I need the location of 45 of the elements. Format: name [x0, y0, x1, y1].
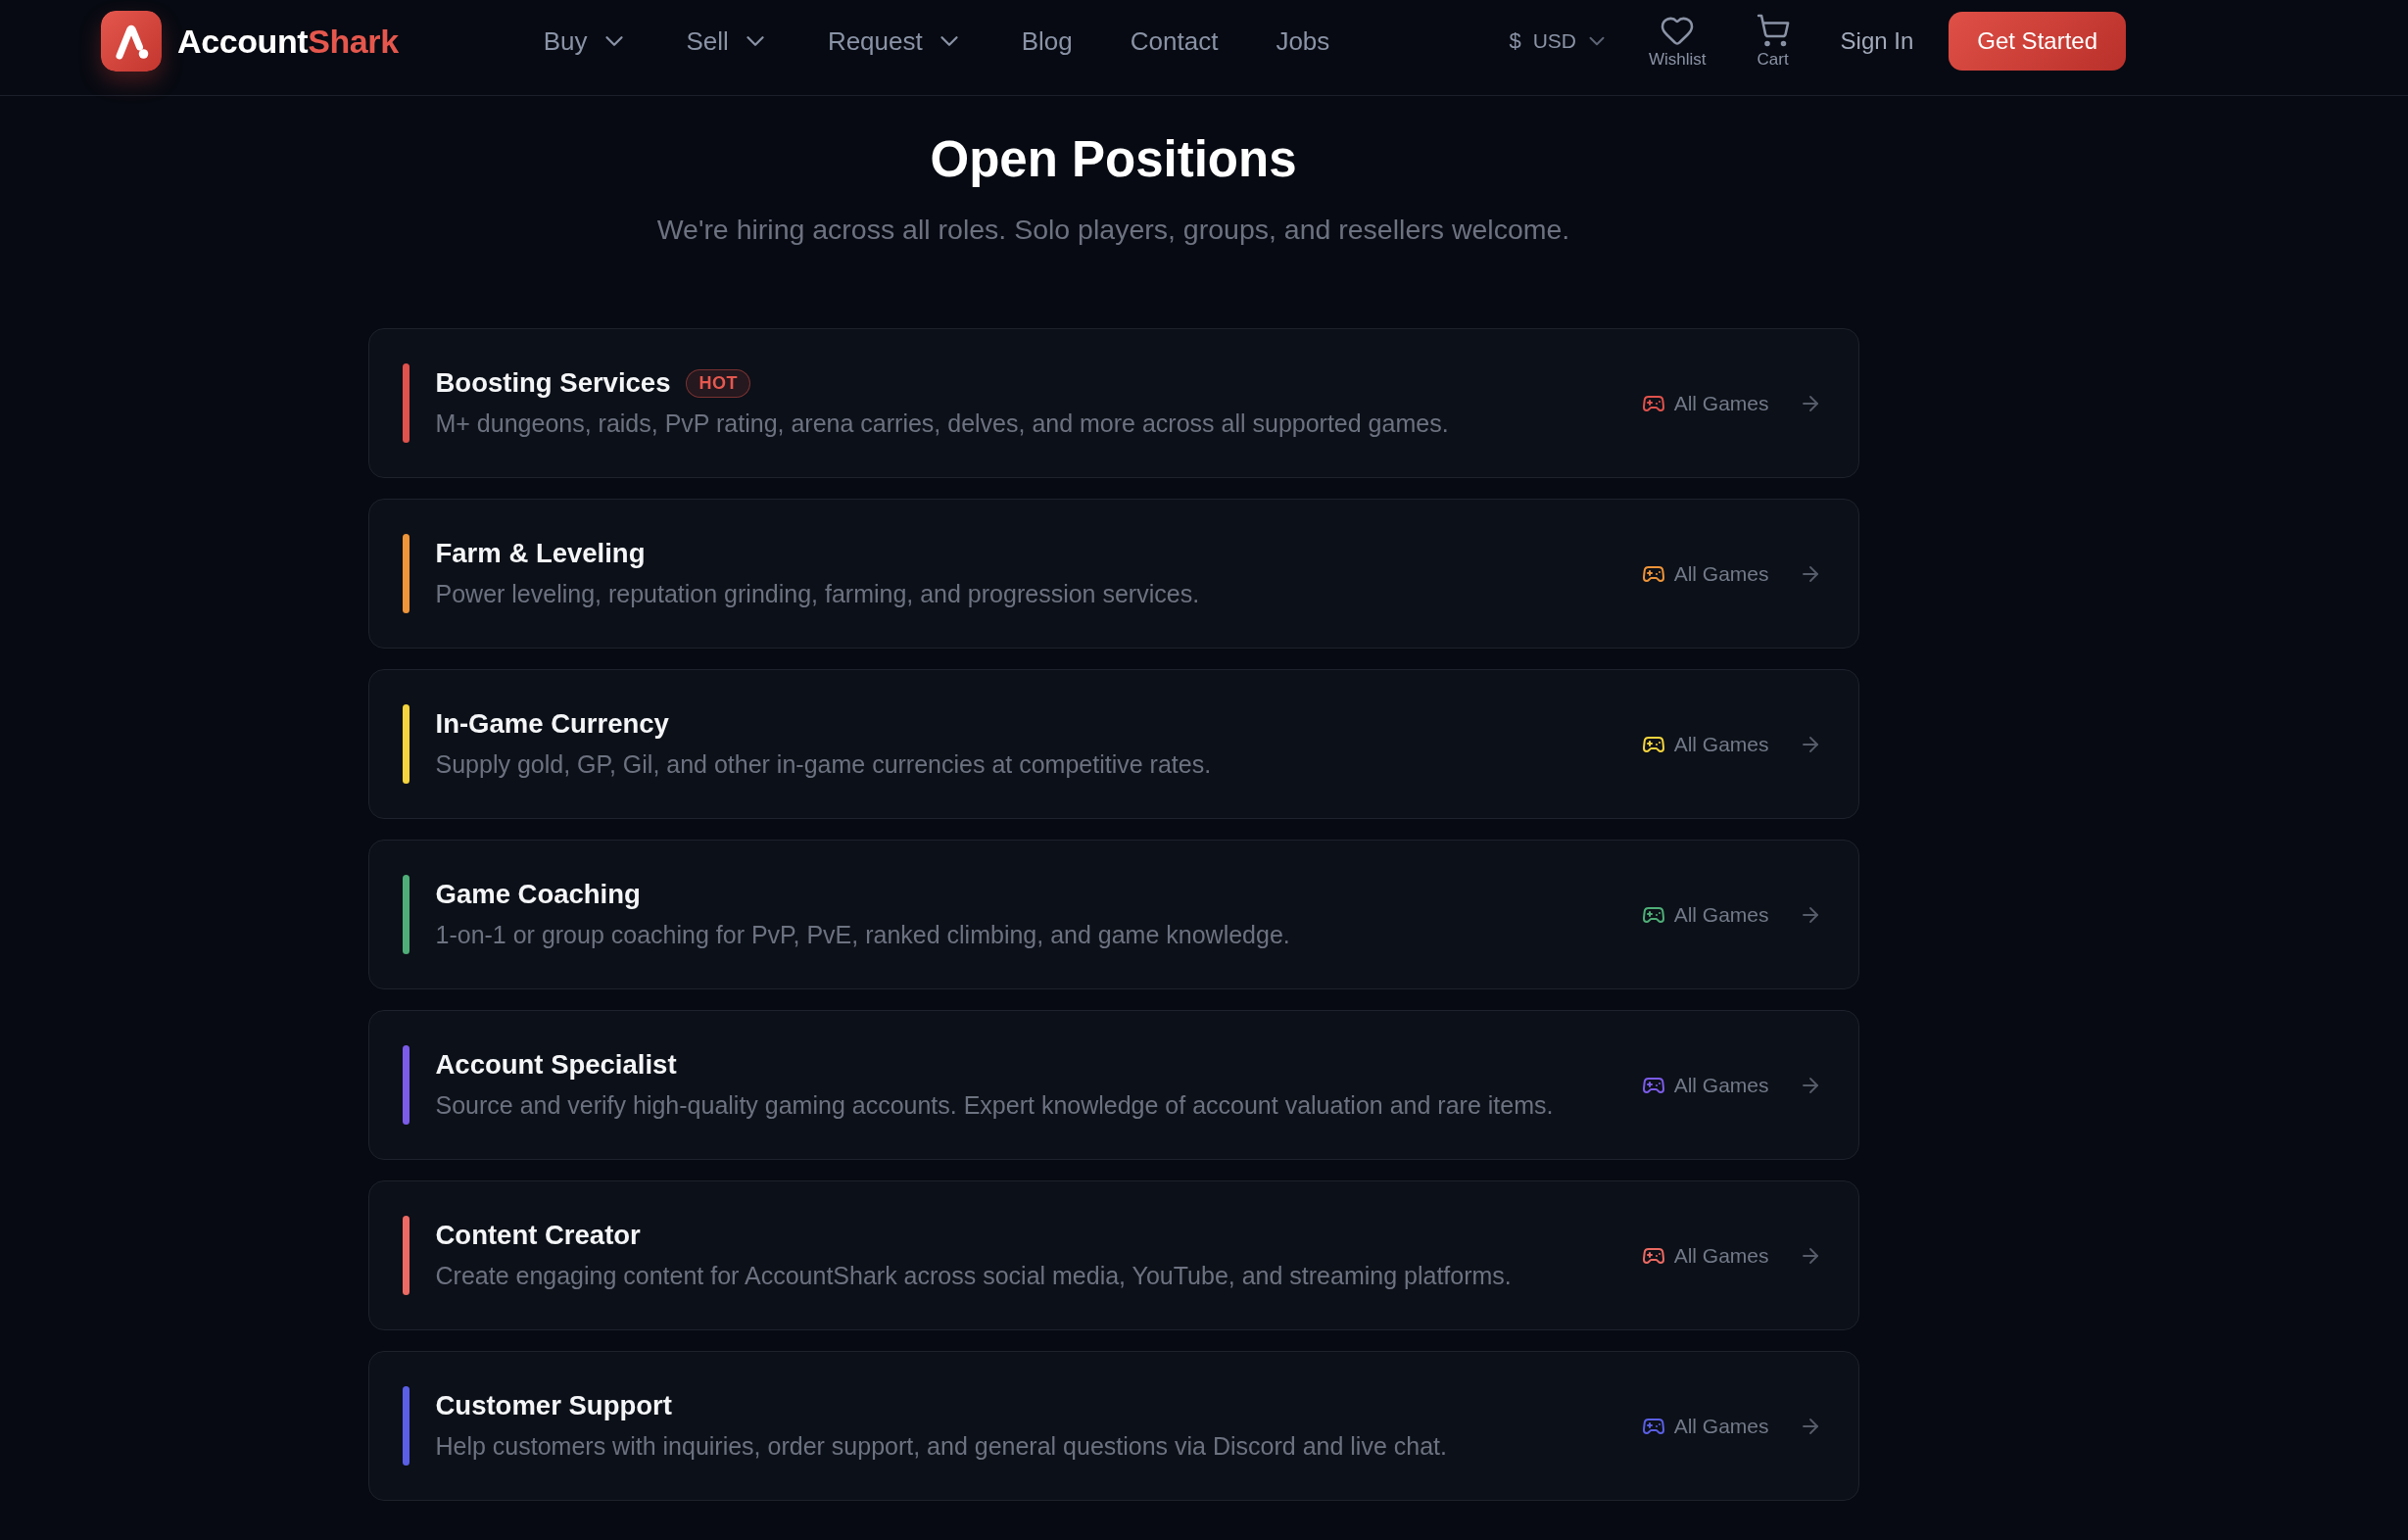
position-title: Customer Support	[435, 1389, 672, 1422]
brand-name: AccountShark	[177, 22, 399, 61]
position-card[interactable]: Boosting Services HOT M+ dungeons, raids, PvP rating, arena carries, delves, and more across all supported games. All Games	[367, 328, 1859, 478]
hot-badge: HOT	[686, 368, 750, 398]
position-card[interactable]: In-Game Currency Supply gold, GP, Gil, and other in-game currencies at competitive rates. All Games	[367, 669, 1859, 819]
position-description: Supply gold, GP, Gil, and other in-game currencies at competitive rates.	[435, 749, 1213, 780]
games-label: All Games	[1673, 1073, 1769, 1097]
position-description: Power leveling, reputation grinding, farming, and progression services.	[435, 579, 1201, 609]
currency-selector[interactable]: $ USD	[1509, 28, 1610, 54]
position-card[interactable]: Content Creator Create engaging content for AccountShark across social media, YouTube, and streaming platforms. All Games	[367, 1180, 1859, 1330]
wishlist-button[interactable]: Wishlist	[1649, 13, 1707, 70]
games-label: All Games	[1673, 902, 1769, 927]
get-started-button[interactable]: Get Started	[1949, 12, 2126, 71]
position-description: M+ dungeons, raids, PvP rating, arena carries, delves, and more across all supported games.	[435, 409, 1450, 439]
position-description: Help customers with inquiries, order support, and general questions via Discord and live chat.	[435, 1431, 1448, 1462]
games-label: All Games	[1673, 1243, 1769, 1268]
position-card[interactable]: Customer Support Help customers with inquiries, order support, and general questions via Discord and live chat. All Games	[367, 1351, 1859, 1501]
position-card[interactable]: Game Coaching 1-on-1 or group coaching for PvP, PvE, ranked climbing, and game knowledge. All Games	[367, 840, 1859, 989]
page-subtitle: We're hiring across all roles. Solo players, groups, and resellers welcome.	[656, 213, 1570, 247]
position-card[interactable]: Account Specialist Source and verify high-quality gaming accounts. Expert knowledge of account valuation and rare items. All Games	[367, 1010, 1859, 1160]
games-label: All Games	[1673, 732, 1769, 756]
cart-button[interactable]: Cart	[1755, 13, 1791, 70]
position-description: Source and verify high-quality gaming accounts. Expert knowledge of account valuation and rare items.	[435, 1090, 1555, 1121]
position-card[interactable]: Farm & Leveling Power leveling, reputation grinding, farming, and progression services. All Games	[367, 499, 1859, 649]
position-title: In-Game Currency	[435, 707, 669, 741]
position-title: Farm & Leveling	[435, 537, 646, 570]
games-label: All Games	[1673, 1414, 1769, 1438]
nav-link[interactable]: Blog	[1021, 25, 1073, 57]
cart-icon	[1755, 13, 1791, 48]
position-description: Create engaging content for AccountShark across social media, YouTube, and streaming platforms.	[435, 1261, 1513, 1291]
nav-link[interactable]: Buy	[543, 25, 629, 57]
nav-link[interactable]: Jobs	[1276, 25, 1330, 57]
nav-link[interactable]: Request	[827, 25, 964, 57]
nav-link[interactable]: Contact	[1130, 25, 1219, 57]
nav-link[interactable]: Sell	[686, 25, 770, 57]
games-label: All Games	[1673, 391, 1769, 415]
logo-icon	[101, 11, 162, 72]
position-title: Boosting Services	[435, 366, 671, 400]
games-label: All Games	[1673, 561, 1769, 586]
position-title: Game Coaching	[435, 878, 641, 911]
position-description: 1-on-1 or group coaching for PvP, PvE, ranked climbing, and game knowledge.	[435, 920, 1291, 950]
sign-in-link[interactable]: Sign In	[1840, 27, 1914, 55]
page-title: Open Positions	[930, 130, 1297, 189]
position-title: Content Creator	[435, 1219, 641, 1252]
position-title: Account Specialist	[435, 1048, 677, 1082]
